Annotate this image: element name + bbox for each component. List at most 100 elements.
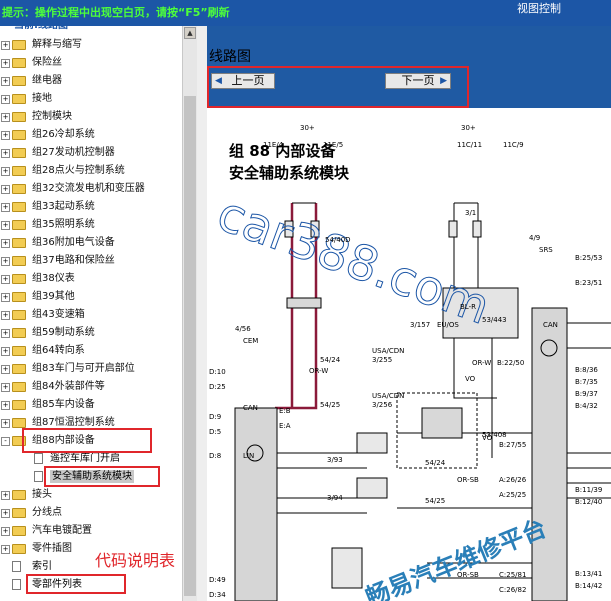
expander-icon[interactable]: + xyxy=(1,509,10,518)
tree-item[interactable]: + 解释与缩写 xyxy=(0,36,182,54)
expander-icon[interactable]: + xyxy=(1,329,10,338)
expander-icon[interactable]: + xyxy=(1,419,10,428)
tree-item[interactable]: + 组83车门与可开启部位 xyxy=(0,360,182,378)
expander-icon[interactable]: + xyxy=(1,59,10,68)
tree-item[interactable]: + 组43变速箱 xyxy=(0,306,182,324)
diagram-label-d49: D:49 xyxy=(209,576,226,584)
tree-item[interactable]: + 组37电路和保险丝 xyxy=(0,252,182,270)
folder-icon xyxy=(12,310,26,320)
expander-icon[interactable]: + xyxy=(1,383,10,392)
diagram-label-r3: B:8/36 xyxy=(575,366,598,374)
expander-icon[interactable]: + xyxy=(1,167,10,176)
diagram-label-c53: 53/443 xyxy=(482,316,507,324)
srs-module xyxy=(531,307,568,601)
tree-scrollbar[interactable]: ▲ xyxy=(182,26,197,601)
tree-item[interactable]: + 控制模块 xyxy=(0,108,182,126)
tree-item[interactable]: + 组84外装部件等 xyxy=(0,378,182,396)
highlight-page-buttons xyxy=(207,66,469,108)
expander-icon[interactable]: + xyxy=(1,77,10,86)
tree-item[interactable]: + 组59制动系统 xyxy=(0,324,182,342)
tree-item[interactable]: + 组64转向系 xyxy=(0,342,182,360)
tree-item-label: 组35照明系统 xyxy=(32,219,95,230)
expander-icon[interactable]: - xyxy=(1,437,10,446)
expander-icon[interactable]: + xyxy=(1,257,10,266)
diagram-label-c393: 3/93 xyxy=(327,456,343,464)
tree-item[interactable]: + 继电器 xyxy=(0,72,182,90)
splitter[interactable] xyxy=(197,26,207,601)
tree-item-label: 组83车门与可开启部位 xyxy=(32,363,135,374)
diagram-label-c456: 4/56 xyxy=(235,325,251,333)
diagram-header: 线路图 ◀ 上一页 下一页 ▶ xyxy=(207,26,611,108)
tree-item[interactable]: + 组38仪表 xyxy=(0,270,182,288)
expander-icon[interactable]: + xyxy=(1,41,10,50)
folder-icon xyxy=(12,256,26,266)
folder-icon xyxy=(12,526,26,536)
folder-icon xyxy=(12,292,26,302)
tree-item[interactable]: + 组85车内设备 xyxy=(0,396,182,414)
expander-icon[interactable]: + xyxy=(1,221,10,230)
expander-icon[interactable]: + xyxy=(1,311,10,320)
diagram-label-usa1: USA/CDN xyxy=(372,347,405,355)
diagram-label-c3157: 3/157 xyxy=(410,321,431,329)
navigation-tree-panel: 当前:线路图 + 解释与缩写 + 保险丝 + 继电器 + 接地 + 控制模块 + 组26冷却系统 + 组2… xyxy=(0,26,182,601)
expander-icon[interactable]: + xyxy=(1,275,10,284)
expander-icon[interactable]: + xyxy=(1,239,10,248)
tree-item[interactable]: + 汽车电镀配置 xyxy=(0,522,182,540)
tree-item[interactable]: + 组35照明系统 xyxy=(0,216,182,234)
expander-icon[interactable]: + xyxy=(1,131,10,140)
cem-module xyxy=(234,407,278,601)
diagram-label-euos: EU/OS xyxy=(437,321,459,329)
tree-item-label: 组38仪表 xyxy=(32,273,75,284)
tree-item[interactable]: + 保险丝 xyxy=(0,54,182,72)
tree-root[interactable]: 当前:线路图 xyxy=(14,26,68,35)
tree-item[interactable]: + 组26冷却系统 xyxy=(0,126,182,144)
tree-item[interactable]: + 分线点 xyxy=(0,504,182,522)
tree-item-label: 组33起动系统 xyxy=(32,201,95,212)
diagram-title: 线路图 xyxy=(209,49,251,65)
expander-icon[interactable]: + xyxy=(1,95,10,104)
diagram-label-cem: CEM xyxy=(243,337,259,345)
tree-item-label: 组37电路和保险丝 xyxy=(32,255,115,266)
expander-icon[interactable]: + xyxy=(1,203,10,212)
diagram-label-v30a: 30+ xyxy=(300,124,315,132)
tree-item-label: 组28点火与控制系统 xyxy=(32,165,125,176)
expander-icon[interactable]: + xyxy=(1,293,10,302)
folder-icon xyxy=(12,130,26,140)
folder-icon xyxy=(12,76,26,86)
expander-icon[interactable]: + xyxy=(1,401,10,410)
expander-icon[interactable]: + xyxy=(1,365,10,374)
expander-icon[interactable]: + xyxy=(1,149,10,158)
tree-item[interactable]: + 组27发动机控制器 xyxy=(0,144,182,162)
tree-item[interactable]: + 组28点火与控制系统 xyxy=(0,162,182,180)
diagram-label-orsb1: OR-SB xyxy=(457,476,479,484)
scroll-up-icon[interactable]: ▲ xyxy=(184,27,196,39)
tree-item-label: 控制模块 xyxy=(32,111,72,122)
diagram-label-d34: D:34 xyxy=(209,591,226,599)
diagram-label-d8: D:8 xyxy=(209,452,222,460)
document-icon xyxy=(12,561,21,572)
tree-item[interactable]: + 接地 xyxy=(0,90,182,108)
document-icon xyxy=(34,453,43,464)
folder-icon xyxy=(12,40,26,50)
expander-icon[interactable]: + xyxy=(1,347,10,356)
document-icon xyxy=(12,579,21,590)
expander-icon[interactable]: + xyxy=(1,185,10,194)
view-control-label[interactable]: 视图控制 xyxy=(517,0,561,16)
tree-item-label: 汽车电镀配置 xyxy=(32,525,92,536)
expander-icon[interactable]: + xyxy=(1,545,10,554)
folder-icon xyxy=(12,346,26,356)
tree-item[interactable]: + 组39其他 xyxy=(0,288,182,306)
tree-item-label: 接地 xyxy=(32,93,52,104)
tree-item[interactable]: + 组33起动系统 xyxy=(0,198,182,216)
folder-icon xyxy=(12,364,26,374)
tree-item[interactable]: + 组32交流发电机和变压器 xyxy=(0,180,182,198)
scroll-thumb[interactable] xyxy=(184,96,196,596)
tree-item[interactable]: + 组36附加电气设备 xyxy=(0,234,182,252)
expander-icon[interactable]: + xyxy=(1,527,10,536)
expander-icon[interactable]: + xyxy=(1,113,10,122)
diagram-label-r9: B:13/41 xyxy=(575,570,603,578)
diagram-heading-2: 安全辅助系统模块 xyxy=(229,164,350,182)
tree-item[interactable]: + 接头 xyxy=(0,486,182,504)
folder-icon xyxy=(12,382,26,392)
expander-icon[interactable]: + xyxy=(1,491,10,500)
